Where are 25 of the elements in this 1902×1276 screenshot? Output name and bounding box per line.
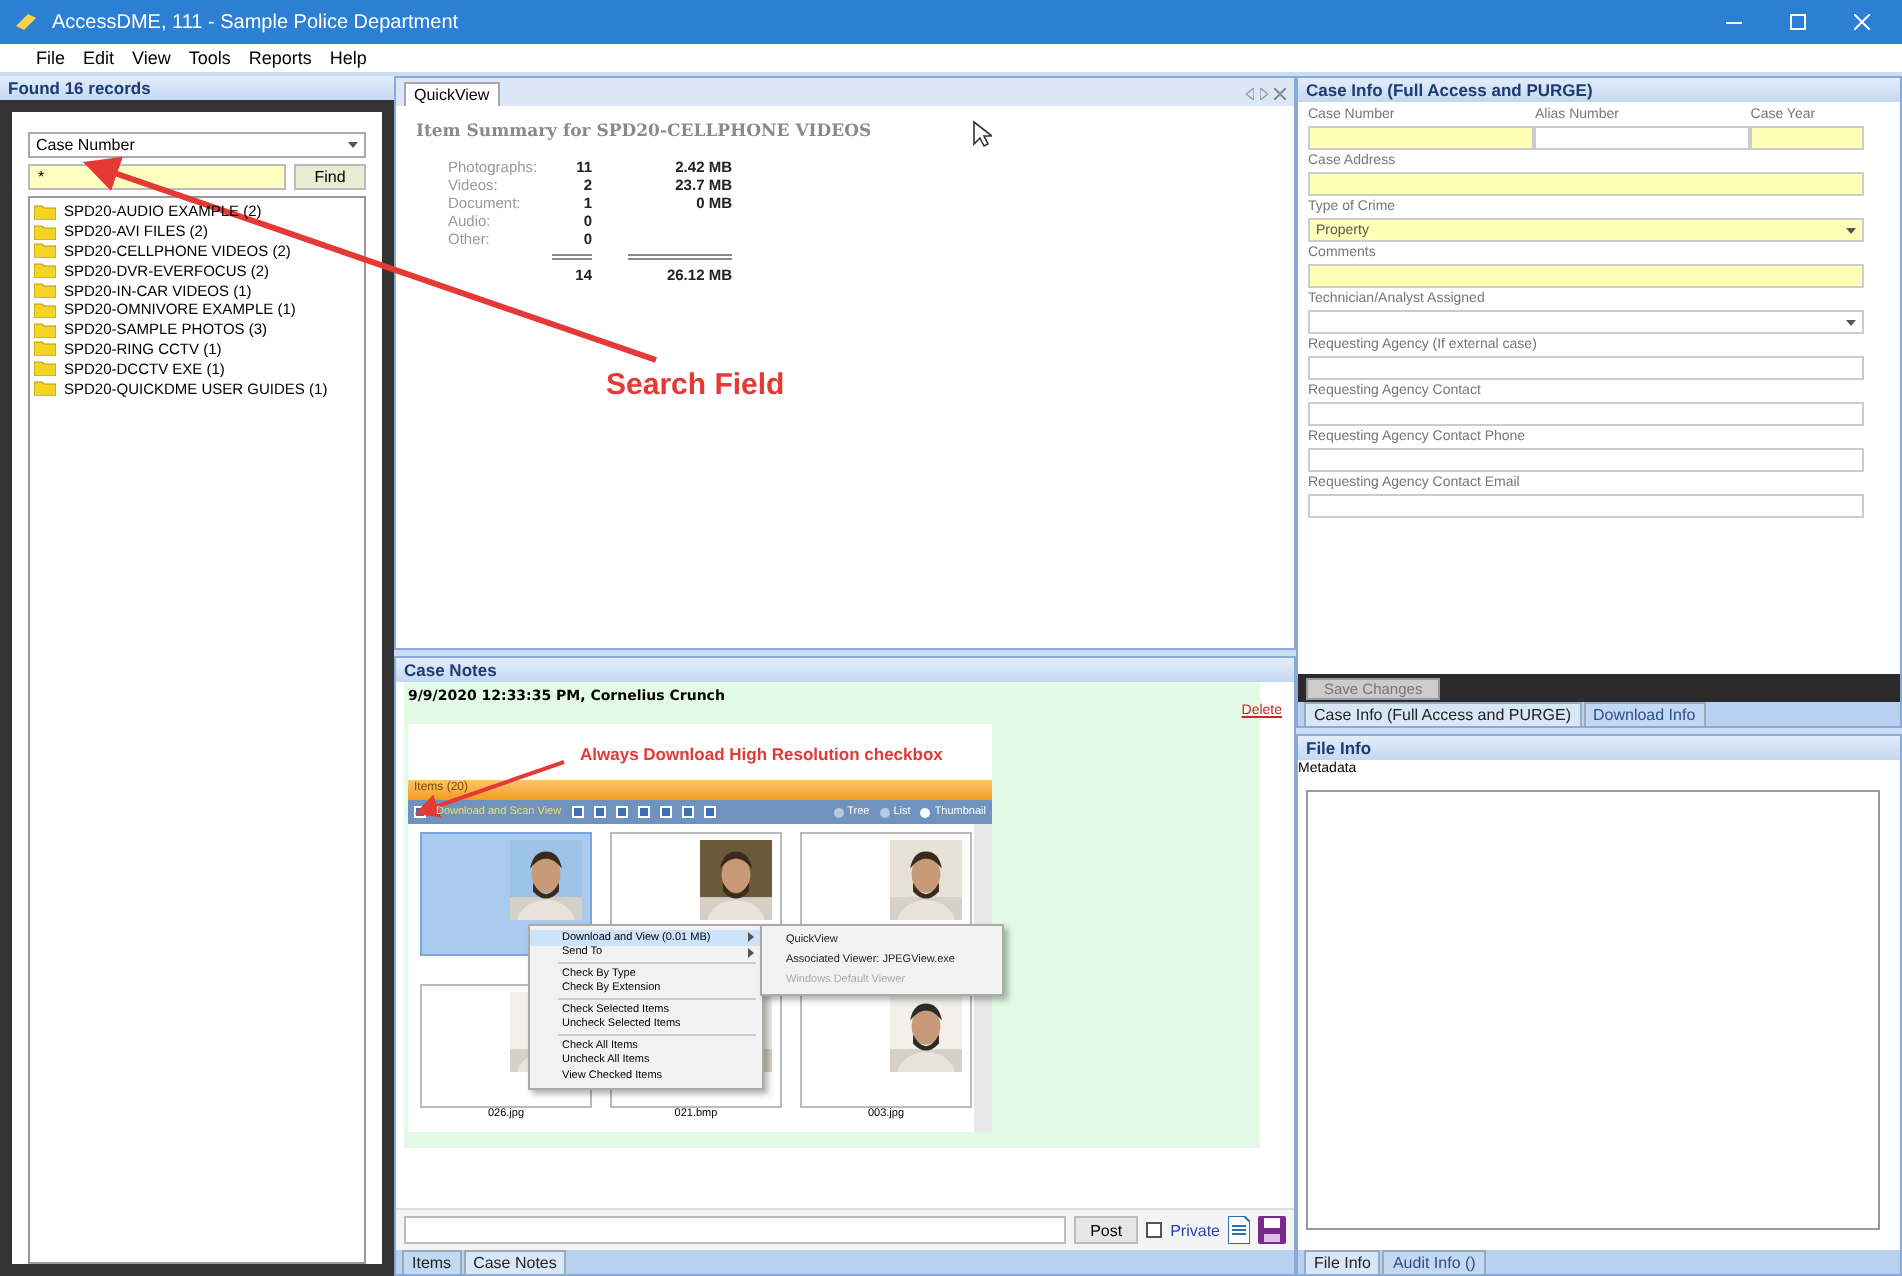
- summary-title: Item Summary for SPD20-CELLPHONE VIDEOS: [416, 122, 872, 142]
- panel-header: Case Notes: [396, 658, 1294, 682]
- menu-item[interactable]: Edit: [83, 48, 115, 68]
- menu-item[interactable]: Tools: [188, 48, 231, 68]
- tab[interactable]: Download Info: [1583, 702, 1706, 726]
- post-button[interactable]: Post: [1074, 1216, 1139, 1244]
- tab[interactable]: Audit Info (): [1382, 1250, 1486, 1274]
- tab[interactable]: Case Notes: [463, 1250, 567, 1274]
- panel-header: Case Info (Full Access and PURGE): [1298, 78, 1900, 102]
- panel-header: File Info: [1298, 736, 1900, 760]
- search-by-select[interactable]: Case Number: [28, 132, 366, 158]
- quickview-tab[interactable]: QuickView: [404, 82, 500, 106]
- private-label: Private: [1170, 1221, 1220, 1239]
- menu-item[interactable]: Help: [329, 48, 367, 68]
- tab[interactable]: Case Info (Full Access and PURGE): [1304, 702, 1581, 726]
- menu-item[interactable]: Reports: [248, 48, 312, 68]
- window-title: AccessDME, 111 - Sample Police Department: [52, 11, 461, 33]
- annotation-text: Search Field: [606, 368, 785, 402]
- tab[interactable]: File Info: [1304, 1250, 1381, 1274]
- tab[interactable]: Items: [402, 1250, 462, 1274]
- menu-item[interactable]: File: [36, 48, 66, 68]
- callout-text: Always Download High Resolution checkbox: [580, 744, 943, 764]
- panel-header: Found 16 records: [0, 76, 394, 100]
- find-button[interactable]: Find: [294, 164, 366, 190]
- menu-item[interactable]: View: [132, 48, 171, 68]
